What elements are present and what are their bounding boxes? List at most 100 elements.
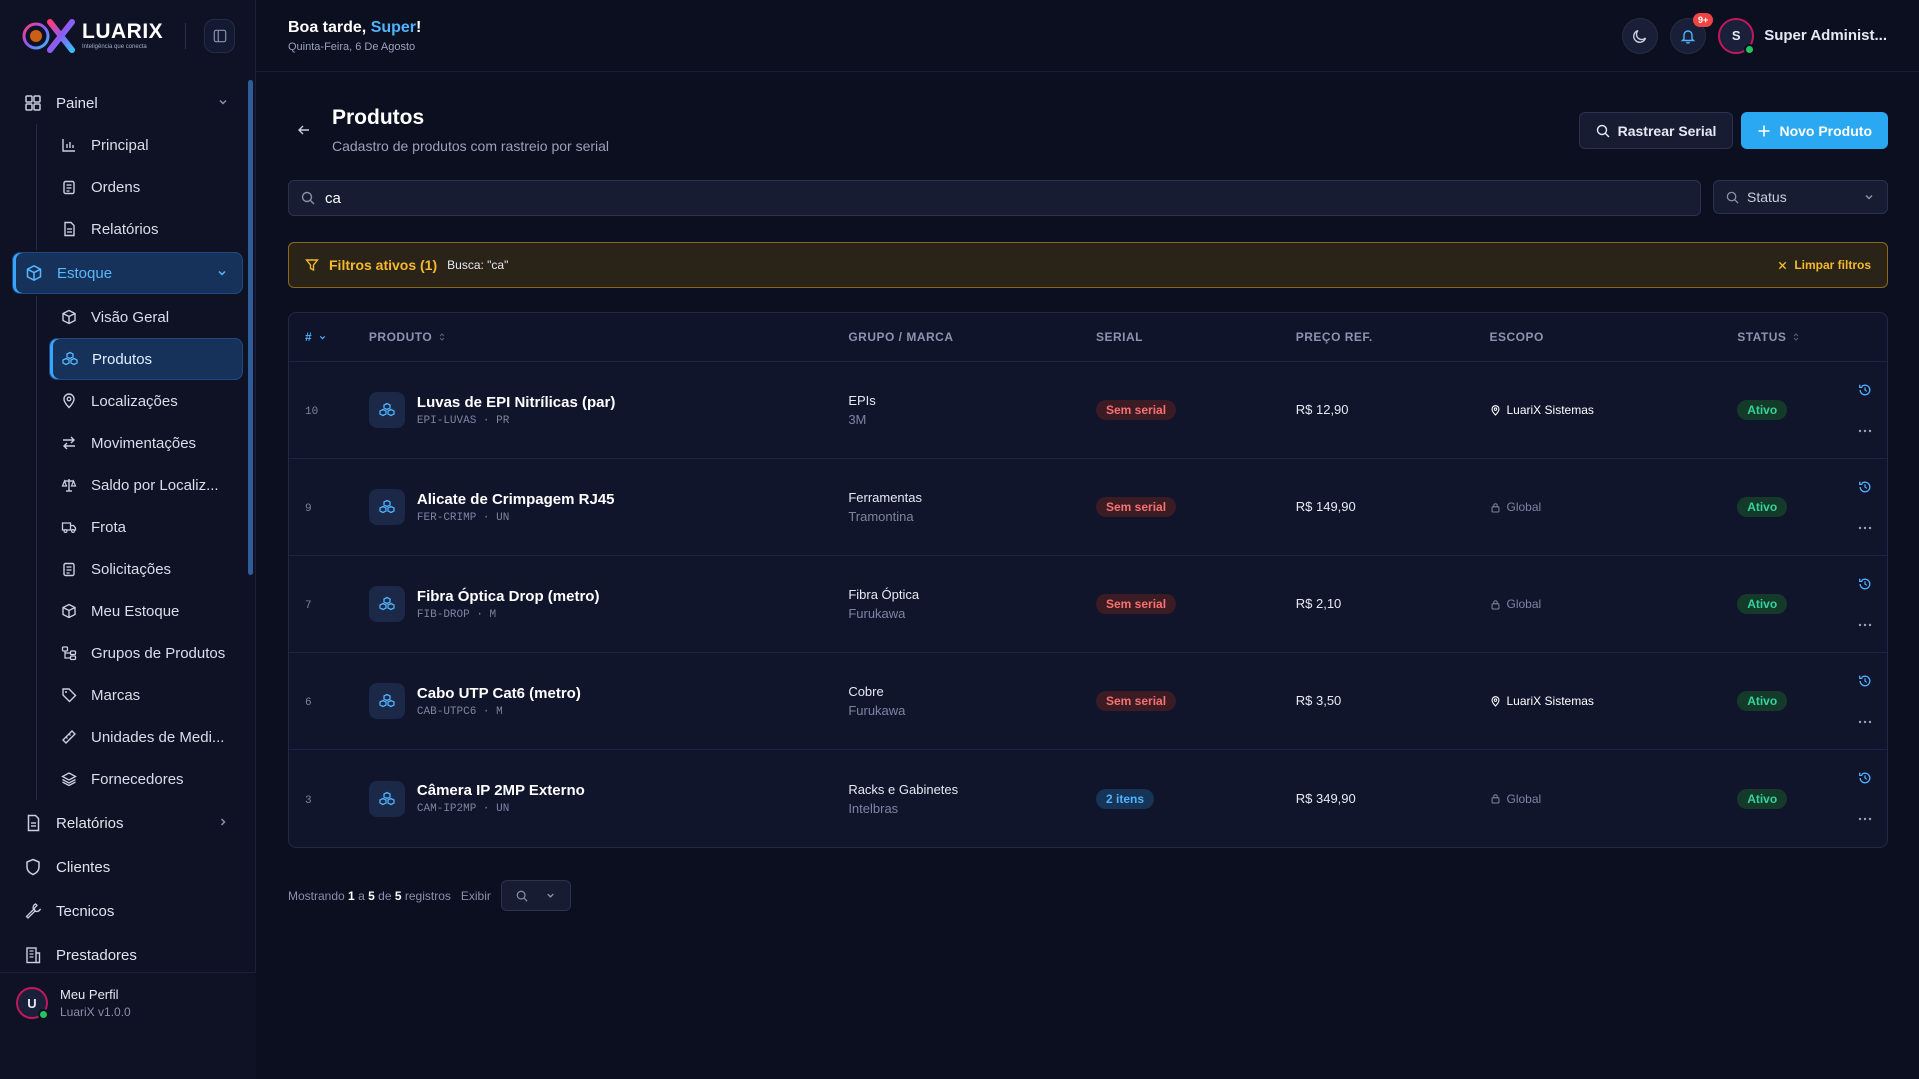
table-row[interactable]: 10 Luvas de EPI Nitrílicas (par) EPI-LUVAS…	[289, 362, 1887, 459]
column-header-escopo: ESCOPO	[1489, 330, 1544, 344]
sidebar-scrollbar[interactable]	[248, 80, 253, 575]
avatar: U	[16, 987, 49, 1020]
sidebar-item-solicitacoes[interactable]: Solicitações	[49, 548, 243, 590]
boxes-icon	[379, 693, 395, 708]
sidebar-item-label: Saldo por Localiz...	[91, 476, 219, 494]
product-group: Racks e Gabinetes	[848, 781, 959, 797]
product-name[interactable]: Cabo UTP Cat6 (metro)	[417, 685, 581, 702]
product-name[interactable]: Câmera IP 2MP Externo	[417, 782, 585, 799]
more-actions-button[interactable]	[1858, 808, 1872, 826]
sidebar-item-label: Grupos de Produtos	[91, 644, 226, 662]
product-name[interactable]: Luvas de EPI Nitrílicas (par)	[417, 394, 615, 411]
back-button[interactable]	[296, 122, 312, 143]
sidebar-item-fornecedores[interactable]: Fornecedores	[49, 758, 243, 800]
row-id: 6	[305, 697, 312, 709]
product-name[interactable]: Fibra Óptica Drop (metro)	[417, 588, 600, 605]
sidebar-item-painel[interactable]: Painel	[12, 82, 243, 124]
new-product-button[interactable]: Novo Produto	[1741, 112, 1888, 149]
sidebar-item-saldo-por-localizacao[interactable]: Saldo por Localiz...	[49, 464, 243, 506]
sidebar-item-principal[interactable]: Principal	[49, 124, 243, 166]
history-button[interactable]	[1858, 383, 1872, 402]
product-brand: Furukawa	[848, 703, 906, 718]
user-menu[interactable]: S Super Administ...	[1718, 17, 1887, 55]
sidebar-collapse-button[interactable]	[204, 18, 235, 53]
track-serial-button[interactable]: Rastrear Serial	[1578, 112, 1734, 149]
sidebar-item-prestadores[interactable]: Prestadores	[12, 934, 243, 976]
scale-icon	[61, 479, 77, 492]
sidebar-item-grupos-de-produtos[interactable]: Grupos de Produtos	[49, 632, 243, 674]
column-header-status[interactable]: STATUS	[1737, 330, 1800, 344]
painel-submenu: Principal Ordens Relatórios	[36, 124, 243, 250]
sort-icon	[1794, 333, 1799, 341]
status-filter-select[interactable]: Status	[1713, 180, 1888, 214]
history-button[interactable]	[1858, 771, 1872, 790]
table-row[interactable]: 6 Cabo UTP Cat6 (metro) CAB-UTPC6 · M Cobre…	[289, 653, 1887, 750]
more-actions-button[interactable]	[1858, 420, 1872, 438]
sidebar-item-visao-geral[interactable]: Visão Geral	[49, 296, 243, 338]
scope-text: LuariX Sistemas	[1506, 403, 1594, 417]
more-actions-button[interactable]	[1858, 711, 1872, 729]
page-subtitle: Cadastro de produtos com rastreio por se…	[332, 138, 610, 154]
online-status-dot	[1744, 43, 1756, 55]
column-header-produto[interactable]: PRODUTO	[369, 330, 446, 344]
more-actions-button[interactable]	[1858, 614, 1872, 632]
sidebar-item-relatorios[interactable]: Relatórios	[12, 802, 243, 844]
product-group: Fibra Óptica	[848, 587, 920, 602]
history-button[interactable]	[1858, 577, 1872, 596]
serial-badge: Sem serial	[1096, 594, 1177, 614]
greeting-suffix: !	[416, 18, 422, 36]
sidebar-item-clientes[interactable]: Clientes	[12, 846, 243, 888]
product-icon	[368, 780, 405, 817]
clear-filters-button[interactable]: Limpar filtros	[1777, 258, 1871, 272]
product-code: CAB-UTPC6 · M	[416, 705, 503, 718]
search-field[interactable]	[288, 180, 1701, 216]
sidebar-item-ordens[interactable]: Ordens	[49, 166, 243, 208]
page-size-select[interactable]	[500, 880, 571, 911]
avatar-initial: S	[1731, 28, 1741, 43]
search-input[interactable]	[325, 189, 1625, 207]
column-header-id[interactable]: #	[305, 330, 327, 344]
map-pin-icon	[1491, 404, 1499, 416]
sidebar-item-estoque[interactable]: Estoque	[12, 252, 243, 294]
boxes-icon	[379, 499, 395, 514]
pager-a: a	[358, 888, 365, 903]
profile-footer[interactable]: U Meu Perfil LuariX v1.0.0	[0, 972, 256, 1079]
product-icon	[368, 586, 405, 622]
history-button[interactable]	[1858, 674, 1872, 693]
tag-icon	[62, 688, 77, 703]
box-icon	[62, 309, 76, 325]
scope-label: LuariX Sistemas	[1490, 403, 1738, 417]
history-icon	[1859, 384, 1871, 395]
table-row[interactable]: 3 Câmera IP 2MP Externo CAM-IP2MP · UN Rack…	[289, 750, 1887, 847]
history-icon	[1859, 481, 1871, 492]
history-icon	[1859, 675, 1871, 686]
sidebar: LUARIX Inteligência que conecta Painel P…	[0, 0, 256, 1079]
sidebar-item-meu-estoque[interactable]: Meu Estoque	[49, 590, 243, 632]
history-button[interactable]	[1858, 480, 1872, 499]
sidebar-item-relatorios-painel[interactable]: Relatórios	[49, 208, 243, 250]
table-row[interactable]: 9 Alicate de Crimpagem RJ45 FER-CRIMP · UN…	[289, 459, 1887, 556]
notifications-button[interactable]: 9+	[1670, 12, 1714, 54]
filter-icon	[305, 259, 319, 272]
table-body: 10 Luvas de EPI Nitrílicas (par) EPI-LUVAS…	[289, 362, 1887, 847]
sidebar-item-localizacoes[interactable]: Localizações	[49, 380, 243, 422]
sidebar-item-tecnicos[interactable]: Tecnicos	[12, 890, 243, 932]
theme-toggle-button[interactable]	[1622, 17, 1659, 54]
sidebar-item-produtos[interactable]: Produtos	[49, 338, 243, 380]
product-name[interactable]: Alicate de Crimpagem RJ45	[417, 491, 615, 508]
sidebar-item-marcas[interactable]: Marcas	[49, 674, 243, 716]
table-row[interactable]: 7 Fibra Óptica Drop (metro) FIB-DROP · M Fi…	[289, 556, 1887, 653]
boxes-icon	[62, 351, 78, 366]
sidebar-nav: Painel Principal Ordens Relatórios Estoq…	[0, 72, 255, 976]
logo[interactable]: LUARIX Inteligência que conecta	[20, 18, 163, 54]
sidebar-item-unidades-de-medida[interactable]: Unidades de Medi...	[49, 716, 243, 758]
sidebar-item-movimentacoes[interactable]: Movimentações	[49, 422, 243, 464]
sidebar-item-label: Produtos	[92, 350, 153, 368]
logo-row: LUARIX Inteligência que conecta	[0, 0, 255, 72]
scope-text: LuariX Sistemas	[1506, 694, 1594, 708]
history-icon	[1859, 578, 1871, 589]
sidebar-item-frota[interactable]: Frota	[49, 506, 243, 548]
profile-name: Meu Perfil	[60, 987, 119, 1002]
product-brand: Furukawa	[848, 606, 906, 621]
more-actions-button[interactable]	[1858, 517, 1872, 535]
